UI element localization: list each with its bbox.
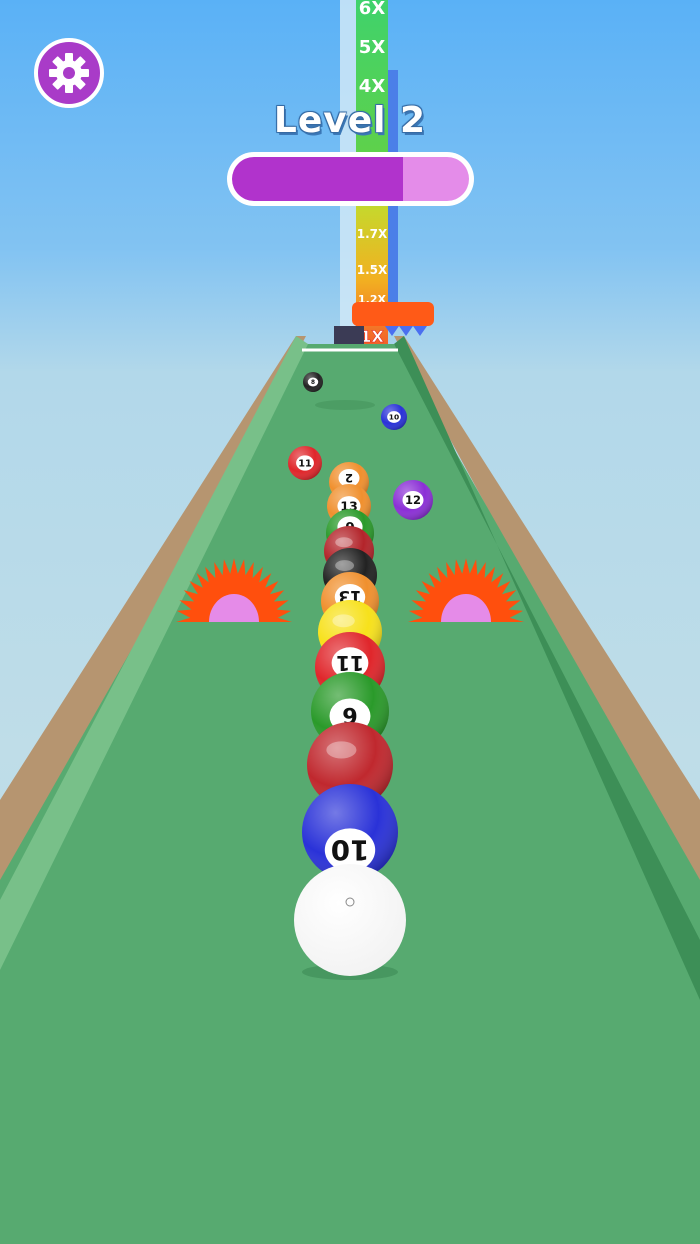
multiplier-label: 6X: [359, 0, 386, 19]
ball-number: 11: [298, 458, 312, 469]
progress-track: [232, 157, 469, 201]
multiplier-label: 1.5X: [357, 263, 388, 277]
ball-number: 11: [336, 651, 364, 675]
multiplier-label: 1.7X: [357, 227, 388, 241]
billiard-ball: 8: [303, 372, 323, 392]
billiard-ball: 11: [288, 446, 322, 480]
billiard-ball: 12: [393, 480, 433, 520]
settings-button[interactable]: [34, 38, 104, 108]
ball-number: 8: [311, 380, 315, 386]
level-title: Level 2: [273, 100, 427, 141]
multiplier-label: 4X: [359, 76, 386, 97]
game-scene[interactable]: 6X5X4X1.7X1.5X1.2X1X 8101112 21361311610: [0, 0, 700, 1244]
gear-icon: [49, 53, 89, 93]
multiplier-label: 5X: [359, 37, 386, 58]
ball-number: 10: [331, 833, 369, 866]
progress-fill: [232, 157, 403, 201]
ball-number: 2: [345, 471, 353, 485]
ball-number: 10: [389, 413, 399, 422]
billiard-ball: 10: [381, 404, 407, 430]
level-progress-bar: [227, 152, 474, 206]
ball-number: 12: [405, 493, 421, 507]
